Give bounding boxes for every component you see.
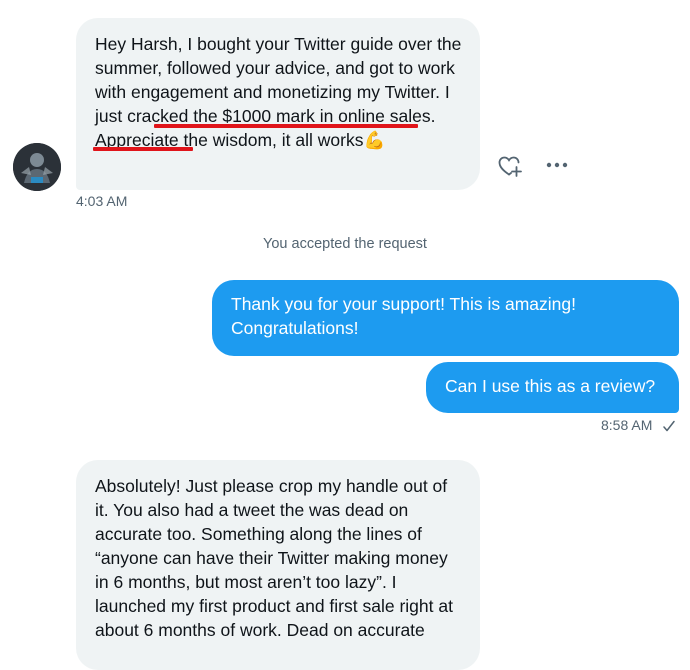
message-text: Thank you for your support! This is amaz… bbox=[231, 294, 576, 338]
message-bubble-sent[interactable]: Thank you for your support! This is amaz… bbox=[212, 280, 679, 356]
flexed-biceps-emoji: 💪 bbox=[363, 130, 386, 150]
message-text: Can I use this as a review? bbox=[445, 376, 656, 396]
checkmark-icon bbox=[662, 419, 676, 433]
red-underline-annotation bbox=[154, 124, 418, 128]
message-bubble-sent[interactable]: Can I use this as a review? bbox=[426, 362, 679, 413]
system-message: You accepted the request bbox=[263, 236, 427, 252]
more-dots-icon[interactable] bbox=[544, 158, 572, 172]
message-text: Absolutely! Just please crop my handle o… bbox=[95, 476, 453, 640]
message-timestamp: 8:58 AM bbox=[601, 417, 653, 433]
avatar[interactable] bbox=[13, 143, 61, 191]
message-text: Hey Harsh, I bought your Twitter guide o… bbox=[95, 34, 462, 150]
message-bubble-received[interactable]: Hey Harsh, I bought your Twitter guide o… bbox=[76, 18, 480, 190]
red-underline-annotation bbox=[93, 147, 193, 151]
message-bubble-received[interactable]: Absolutely! Just please crop my handle o… bbox=[76, 460, 480, 670]
heart-plus-icon[interactable] bbox=[497, 154, 523, 178]
message-timestamp: 4:03 AM bbox=[76, 193, 128, 209]
